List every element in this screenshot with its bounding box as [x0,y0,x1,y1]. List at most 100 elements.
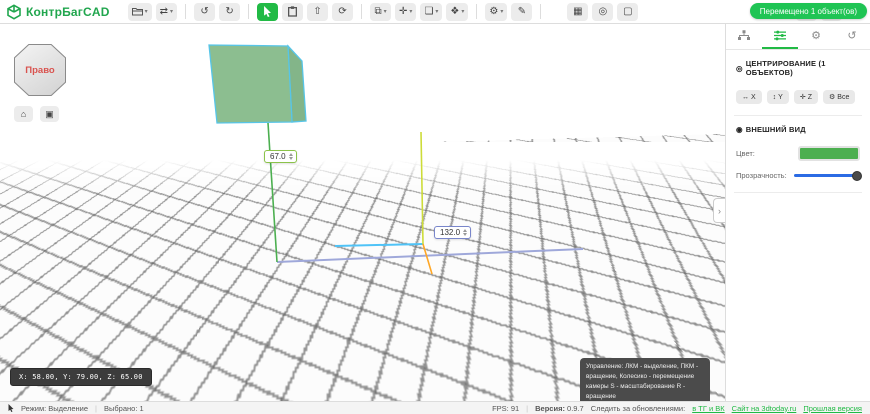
clone-button[interactable]: ❏ ▾ [420,3,442,21]
distance-dimension-input[interactable]: 132.0 [434,226,471,239]
frame-toggle-button[interactable]: ▢ [617,3,638,21]
cursor-icon [8,404,14,412]
centering-title: ◎ ЦЕНТРИРОВАНИЕ (1 ОБЪЕКТОВ) [736,59,860,77]
open-project-button[interactable]: ▾ [128,3,152,21]
horizon-fade [0,142,725,194]
previous-version-link[interactable]: Прошлая версия [803,404,862,413]
color-row: Цвет: [726,138,870,163]
site-link[interactable]: Сайт на 3dtoday.ru [732,404,797,413]
target-icon: ◎ [599,7,608,17]
clipboard-icon [288,6,297,17]
slider-knob[interactable] [852,171,862,181]
sliders-icon [774,30,786,41]
app-window: КонтрБагCAD ▾ ⇄ ▾ ↺ ↻ ⇧ ⟳ [0,0,870,414]
view-cube[interactable]: Право [14,44,66,96]
tab-settings[interactable]: ⚙ [798,24,834,49]
toolbar-separator [540,4,541,19]
panel-empty-space [726,193,870,203]
paste-button[interactable] [282,3,303,21]
arrow-h-icon: ↔ [742,94,749,101]
copy-icon: ⧉ [374,7,381,17]
move-button[interactable]: ✛ ▾ [395,3,416,21]
status-separator: | [526,404,528,413]
center-x-button[interactable]: ↔ X [736,90,762,104]
gear-icon: ⚙ [829,93,835,101]
sitemap-icon [738,30,750,41]
view-cube-face: Право [15,45,65,95]
fps-counter: FPS: 91 [492,404,519,413]
upload-button[interactable]: ⇧ [307,3,328,21]
center-y-button[interactable]: ↕ Y [767,90,789,104]
select-tool-button[interactable] [257,3,278,21]
sync-button[interactable]: ⟳ [332,3,353,21]
mode-status: Режим: Выделение [21,404,88,413]
gear-icon: ⚙ [811,29,821,42]
copy-button[interactable]: ⧉ ▾ [370,3,391,21]
tab-history[interactable]: ↺ [834,24,870,49]
color-label: Цвет: [736,149,755,158]
status-bar: Режим: Выделение | Выбрано: 1 FPS: 91 | … [0,401,870,414]
stepper-icon[interactable] [289,153,293,160]
clone-icon: ❏ [424,7,433,17]
measure-button[interactable]: ✎ [511,3,532,21]
toolbar-separator [361,4,362,19]
upload-icon: ⇧ [313,7,321,17]
appearance-section: ◉ ВНЕШНИЙ ВИД [726,116,870,138]
cube-logo-icon [6,4,22,20]
panel-tabs: ⚙ ↺ [726,24,870,50]
pencil-icon: ✎ [518,7,526,17]
snap-button[interactable]: ❖ ▾ [446,3,468,21]
transparency-row: Прозрачность: [726,163,870,192]
view-nav: ⌂ ▣ [14,106,59,122]
sync-icon: ⟳ [338,7,346,17]
height-dimension-input[interactable]: 67.0 [264,150,297,163]
redo-button[interactable]: ↻ [219,3,240,21]
app-title: КонтрБагCAD [26,5,110,19]
square-icon: ▢ [623,7,632,17]
home-view-button[interactable]: ⌂ [14,106,33,122]
eye-icon: ◉ [736,125,743,134]
view-cube-label: Право [25,65,54,76]
social-link[interactable]: в ТГ и ВК [692,404,724,413]
version-text: Версия: 0.9.7 [535,404,584,413]
viewport-3d[interactable]: Право ⌂ ▣ 67.0 132.0 X: 58.00, Y: 79.00,… [0,24,725,401]
move-icon: ✛ [800,93,806,101]
center-all-button[interactable]: ⚙ Все [823,90,855,104]
undo-icon: ↺ [200,7,208,17]
grid-icon: ▦ [573,7,582,17]
coordinates-readout: X: 58.00, Y: 79.00, Z: 65.00 [10,368,152,386]
centering-section: ◎ ЦЕНТРИРОВАНИЕ (1 ОБЪЕКТОВ) [726,50,870,81]
controls-tooltip: Управление: ЛКМ - выделение, ПКМ - враще… [580,358,710,401]
folder-icon [132,7,143,16]
transparency-slider[interactable] [794,174,860,177]
follow-label: Следить за обновлениями: [591,404,685,413]
transparency-label: Прозрачность: [736,171,787,180]
grid-toggle-button[interactable]: ▦ [567,3,588,21]
color-swatch[interactable] [798,146,860,161]
toolbar-separator [248,4,249,19]
tab-scene[interactable] [726,24,762,49]
box-icon: ▣ [45,109,54,120]
height-value: 67.0 [270,152,286,161]
arrow-v-icon: ↕ [773,94,777,101]
status-separator: | [95,404,97,413]
main-area: Право ⌂ ▣ 67.0 132.0 X: 58.00, Y: 79.00,… [0,24,870,401]
settings-button[interactable]: ⚙ ▾ [485,3,507,21]
center-z-button[interactable]: ✛ Z [794,90,818,104]
import-export-button[interactable]: ⇄ ▾ [156,3,177,21]
toolbar: КонтрБагCAD ▾ ⇄ ▾ ↺ ↻ ⇧ ⟳ [0,0,870,24]
redo-icon: ↻ [225,7,233,17]
undo-button[interactable]: ↺ [194,3,215,21]
panel-collapse-handle[interactable]: › [713,198,725,223]
status-right: FPS: 91 | Версия: 0.9.7 Следить за обнов… [492,404,862,413]
properties-panel: ⚙ ↺ ◎ ЦЕНТРИРОВАНИЕ (1 ОБЪЕКТОВ) ↔ X ↕ [725,24,870,401]
toast-notification: Перемещено 1 объект(ов) [750,3,867,19]
fit-view-button[interactable]: ▣ [40,106,59,122]
history-icon: ↺ [847,29,856,42]
toolbar-separator [476,4,477,19]
stepper-icon[interactable] [463,229,467,236]
cursor-icon [263,6,272,17]
home-icon: ⌂ [21,109,26,119]
tab-properties[interactable] [762,24,798,49]
origin-toggle-button[interactable]: ◎ [592,3,613,21]
